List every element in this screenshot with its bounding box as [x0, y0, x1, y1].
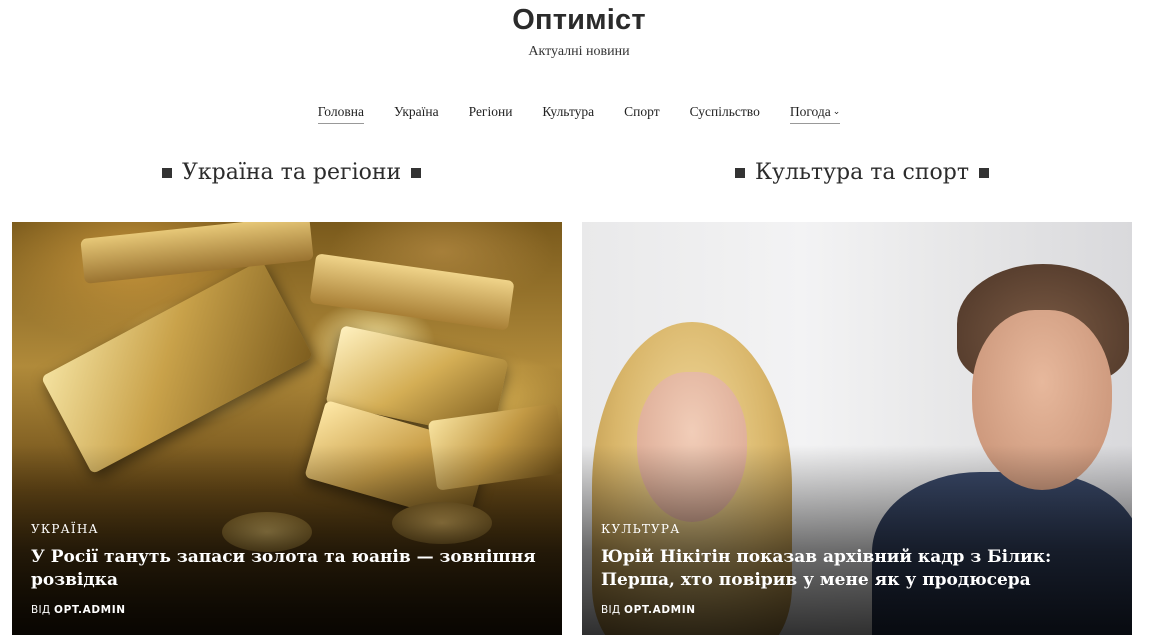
gold-bar: [40, 259, 314, 475]
post-card-culture[interactable]: КУЛЬТУРА Юрій Нікітін показав архівний к…: [582, 222, 1132, 635]
nav-item-culture[interactable]: Культура: [542, 104, 594, 124]
site-title[interactable]: Оптиміст: [0, 4, 1158, 37]
post-card-ukraine[interactable]: УКРАЇНА У Росії тануть запаси золота та …: [12, 222, 562, 635]
post-by-label: ВІД: [601, 604, 621, 616]
card-text: КУЛЬТУРА Юрій Нікітін показав архівний к…: [601, 522, 1113, 616]
post-category-link[interactable]: КУЛЬТУРА: [601, 522, 1113, 536]
chevron-down-icon: ⌄: [832, 106, 841, 116]
nav-item-weather[interactable]: Погода ⌄: [789, 104, 841, 124]
post-title-link[interactable]: У Росії тануть запаси золота та юанів — …: [31, 546, 543, 592]
main-nav: Головна Україна Регіони Культура Спорт С…: [0, 104, 1158, 124]
nav-item-weather-label: Погода: [789, 104, 831, 119]
gold-bar: [80, 222, 314, 284]
square-bullet-icon: [411, 167, 422, 178]
post-author-link[interactable]: OPT.ADMIN: [624, 604, 696, 616]
nav-item-home[interactable]: Головна: [317, 104, 364, 124]
site-tagline: Актуалні новини: [528, 44, 630, 59]
post-by-label: ВІД: [31, 604, 51, 616]
nav-item-society[interactable]: Суспільство: [690, 104, 760, 124]
post-author-link[interactable]: OPT.ADMIN: [54, 604, 126, 616]
section-title-label: Україна та регіони: [182, 160, 402, 185]
nav-item-ukraine[interactable]: Україна: [394, 104, 439, 124]
gold-bar: [309, 253, 515, 331]
nav-item-regions[interactable]: Регіони: [469, 104, 513, 124]
post-category-link[interactable]: УКРАЇНА: [31, 522, 543, 536]
square-bullet-icon: [162, 167, 172, 178]
square-bullet-icon: [979, 167, 989, 178]
section-title-label: Культура та спорт: [755, 160, 969, 185]
square-bullet-icon: [735, 167, 745, 178]
post-meta: ВІД OPT.ADMIN: [31, 604, 543, 616]
post-meta: ВІД OPT.ADMIN: [601, 604, 1113, 616]
section-title-culture-sport: Культура та спорт: [735, 160, 989, 185]
card-text: УКРАЇНА У Росії тануть запаси золота та …: [31, 522, 543, 616]
post-title-link[interactable]: Юрій Нікітін показав архівний кадр з Біл…: [601, 546, 1113, 592]
nav-item-sport[interactable]: Спорт: [624, 104, 659, 124]
section-title-ukraine-regions: Україна та регіони: [162, 160, 422, 185]
